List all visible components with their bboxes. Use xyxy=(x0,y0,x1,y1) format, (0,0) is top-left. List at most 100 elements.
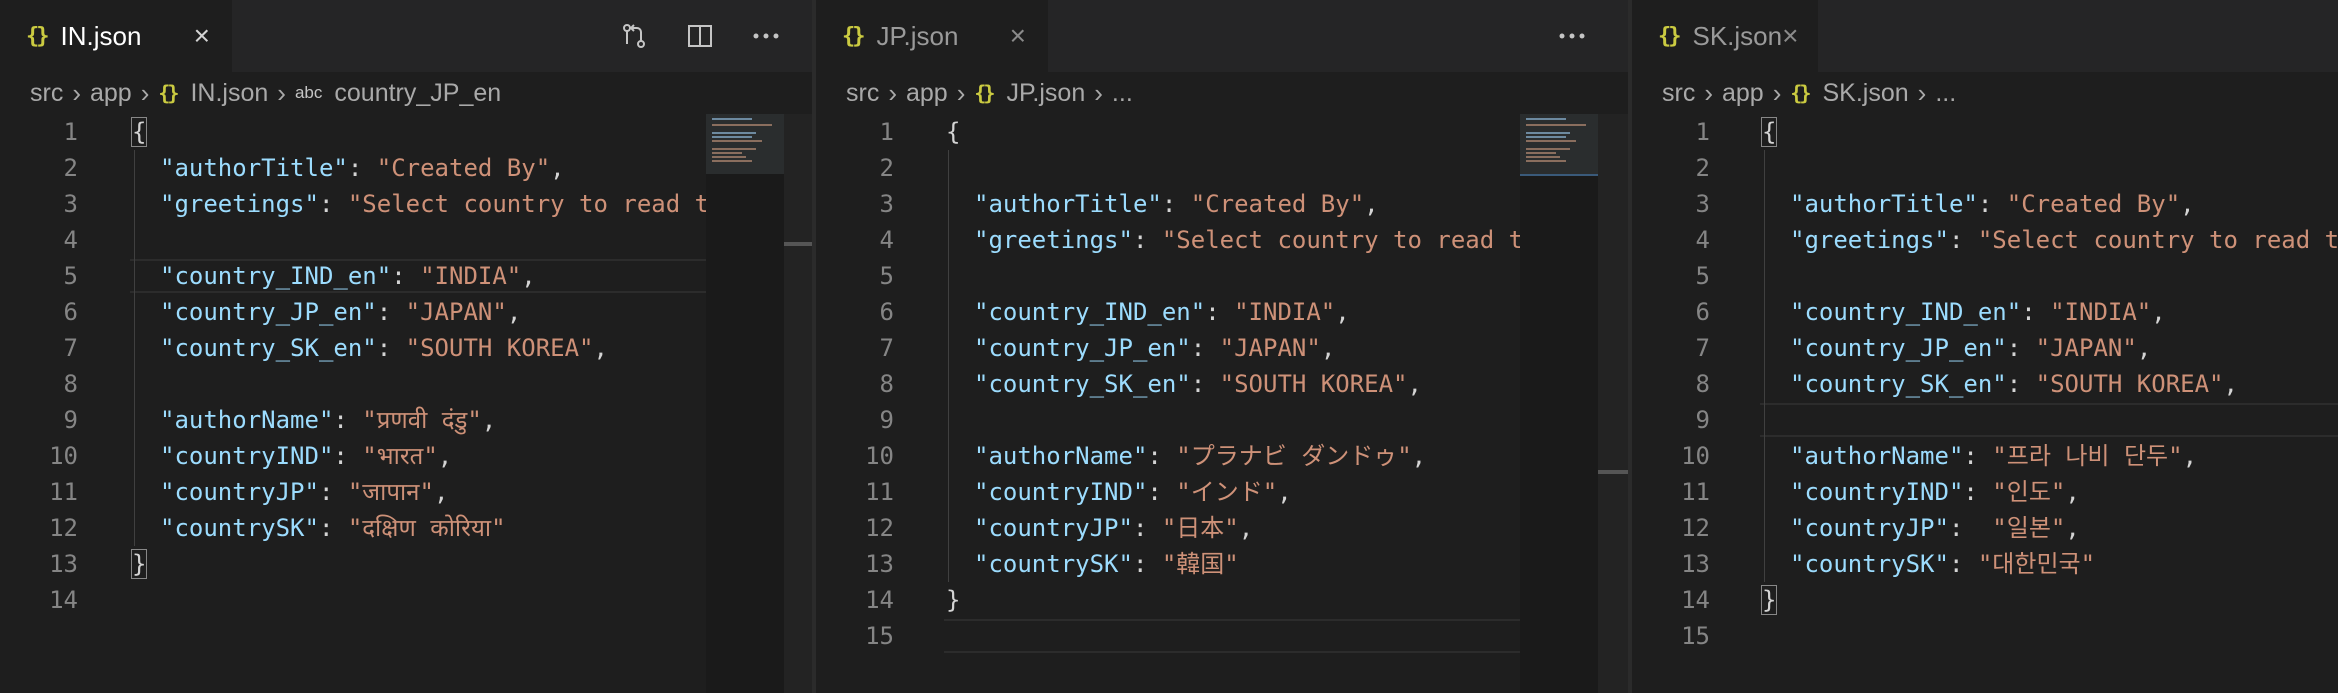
line-number: 4 xyxy=(1695,226,1710,254)
tab-bar: {} IN.json × xyxy=(0,0,812,72)
code-line[interactable]: 1{ xyxy=(0,114,812,150)
line-number: 13 xyxy=(865,550,894,578)
code-line[interactable]: 11 "countryIND": "インド", xyxy=(816,474,1628,510)
code-line[interactable]: 3 "greetings": "Select country to read t xyxy=(0,186,812,222)
code-line[interactable]: 11 "countryIND": "인도", xyxy=(1632,474,2338,510)
split-editor-icon[interactable] xyxy=(678,22,722,50)
code-line[interactable]: 4 "greetings": "Select country to read t xyxy=(816,222,1628,258)
json-comma: , xyxy=(1277,478,1292,506)
open-changes-icon[interactable] xyxy=(612,22,656,50)
code-line[interactable]: 12 "countryJP": "日本", xyxy=(816,510,1628,546)
tab-jp-json[interactable]: {} JP.json × xyxy=(816,0,1048,72)
code-editor[interactable]: 1{2 "authorTitle": "Created By", 3 "greetin… xyxy=(0,114,812,618)
code-line[interactable]: 10 "authorName": "プラナビ ダンドゥ", xyxy=(816,438,1628,474)
code-line[interactable]: 1{ xyxy=(1632,114,2338,150)
close-icon[interactable]: × xyxy=(194,22,210,50)
close-icon[interactable]: × xyxy=(1010,22,1026,50)
code-line[interactable]: 14} xyxy=(816,582,1628,618)
more-actions-icon[interactable] xyxy=(744,32,788,40)
editor-pane-jp[interactable]: {} JP.json × src › app › {} JP.json › ..… xyxy=(816,0,1628,693)
json-value: "Created By" xyxy=(1190,190,1365,218)
code-line[interactable]: 14 xyxy=(0,582,812,618)
tab-sk-json[interactable]: {} SK.json × xyxy=(1632,0,1818,72)
line-number: 15 xyxy=(1681,622,1710,650)
breadcrumb-ellipsis[interactable]: ... xyxy=(1112,79,1133,108)
code-line[interactable]: 3 "authorTitle": "Created By", xyxy=(1632,186,2338,222)
breadcrumb-app[interactable]: app xyxy=(906,79,948,108)
line-number: 2 xyxy=(879,154,894,182)
code-line[interactable]: 2 "authorTitle": "Created By", xyxy=(0,150,812,186)
close-icon[interactable]: × xyxy=(1782,22,1798,50)
breadcrumb-src[interactable]: src xyxy=(30,79,63,108)
code-line[interactable]: 7 "country_JP_en": "JAPAN", xyxy=(816,330,1628,366)
tab-in-json[interactable]: {} IN.json × xyxy=(0,0,232,72)
chevron-right-icon: › xyxy=(956,77,966,108)
code-line[interactable]: 7 "country_SK_en": "SOUTH KOREA", xyxy=(0,330,812,366)
breadcrumb-file[interactable]: SK.json xyxy=(1822,79,1908,108)
minimap[interactable] xyxy=(706,114,784,693)
code-line[interactable]: 15 xyxy=(1632,618,2338,654)
code-line[interactable]: 9 xyxy=(1632,402,2338,438)
breadcrumb-file[interactable]: IN.json xyxy=(190,79,268,108)
code-line[interactable]: 2 xyxy=(816,150,1628,186)
code-line[interactable]: 6 "country_IND_en": "INDIA", xyxy=(1632,294,2338,330)
more-actions-icon[interactable] xyxy=(1550,32,1594,40)
breadcrumb-src[interactable]: src xyxy=(1662,79,1695,108)
breadcrumb-app[interactable]: app xyxy=(90,79,132,108)
json-key: "countryIND" xyxy=(1790,478,1964,506)
code-line[interactable]: 13 "countrySK": "대한민국" xyxy=(1632,546,2338,582)
code-line[interactable]: 10 "authorName": "프라 나비 단두", xyxy=(1632,438,2338,474)
json-value: "インド" xyxy=(1176,478,1278,506)
scrollbar-thumb[interactable] xyxy=(1598,470,1628,474)
code-line[interactable]: 8 "country_SK_en": "SOUTH KOREA", xyxy=(1632,366,2338,402)
json-key: "greetings" xyxy=(160,190,319,218)
code-text: "country_JP_en": "JAPAN", xyxy=(1790,330,2151,366)
code-line[interactable]: 6 "country_JP_en": "JAPAN", xyxy=(0,294,812,330)
code-line[interactable]: 1{ xyxy=(816,114,1628,150)
code-line[interactable]: 7 "country_JP_en": "JAPAN", xyxy=(1632,330,2338,366)
editor-pane-in[interactable]: {} IN.json × src › app › {} IN.json › ab… xyxy=(0,0,812,693)
code-line[interactable]: 9 xyxy=(816,402,1628,438)
code-line[interactable]: 12 "countrySK": "दक्षिण कोरिया" xyxy=(0,510,812,546)
code-line[interactable]: 5 xyxy=(1632,258,2338,294)
code-line[interactable]: 4 xyxy=(0,222,812,258)
code-line[interactable]: 8 "country_SK_en": "SOUTH KOREA", xyxy=(816,366,1628,402)
json-key: "country_IND_en" xyxy=(160,262,392,290)
code-line[interactable]: 9 "authorName": "प्रणवी दंडु", xyxy=(0,402,812,438)
breadcrumb-symbol[interactable]: country_JP_en xyxy=(334,79,501,108)
chevron-right-icon: › xyxy=(888,77,897,108)
editor-pane-sk[interactable]: {} SK.json × src › app › {} SK.json › ..… xyxy=(1632,0,2338,693)
code-line[interactable]: 4 "greetings": "Select country to read t xyxy=(1632,222,2338,258)
json-comma: , xyxy=(506,298,522,326)
json-key: "countryIND" xyxy=(160,442,334,470)
code-line[interactable]: 10 "countryIND": "भारत", xyxy=(0,438,812,474)
breadcrumb-src[interactable]: src xyxy=(846,79,879,108)
scrollbar-thumb[interactable] xyxy=(784,242,812,246)
code-editor[interactable]: 1{ 2 3 "authorTitle": "Created By", 4 "greeti… xyxy=(816,114,1628,654)
code-line[interactable]: 8 xyxy=(0,366,812,402)
json-comma: , xyxy=(1335,298,1350,326)
code-line[interactable]: 2 xyxy=(1632,150,2338,186)
code-editor[interactable]: 1{2 3 "authorTitle": "Created By", 4 "greeti… xyxy=(1632,114,2338,654)
line-number: 9 xyxy=(879,406,894,434)
code-line[interactable]: 13 "countrySK": "韓国" xyxy=(816,546,1628,582)
code-line[interactable]: 5 "country_IND_en": "INDIA", xyxy=(0,258,812,294)
code-line[interactable]: 14} xyxy=(1632,582,2338,618)
code-line[interactable]: 3 "authorTitle": "Created By", xyxy=(816,186,1628,222)
breadcrumb-app[interactable]: app xyxy=(1722,79,1764,108)
breadcrumb-file[interactable]: JP.json xyxy=(1006,79,1085,108)
json-colon: : xyxy=(376,334,406,362)
code-line[interactable]: 6 "country_IND_en": "INDIA", xyxy=(816,294,1628,330)
json-value: "JAPAN" xyxy=(405,298,507,326)
json-key: "country_IND_en" xyxy=(1790,298,2022,326)
vertical-scrollbar[interactable] xyxy=(1598,114,1628,693)
json-colon: : xyxy=(2006,370,2036,398)
minimap[interactable] xyxy=(1520,114,1598,693)
code-line[interactable]: 15 xyxy=(816,618,1628,654)
code-line[interactable]: 11 "countryJP": "जापान", xyxy=(0,474,812,510)
vertical-scrollbar[interactable] xyxy=(784,114,812,693)
code-line[interactable]: 12 "countryJP": "일본", xyxy=(1632,510,2338,546)
code-line[interactable]: 13} xyxy=(0,546,812,582)
breadcrumb-ellipsis[interactable]: ... xyxy=(1935,79,1956,108)
code-line[interactable]: 5 xyxy=(816,258,1628,294)
